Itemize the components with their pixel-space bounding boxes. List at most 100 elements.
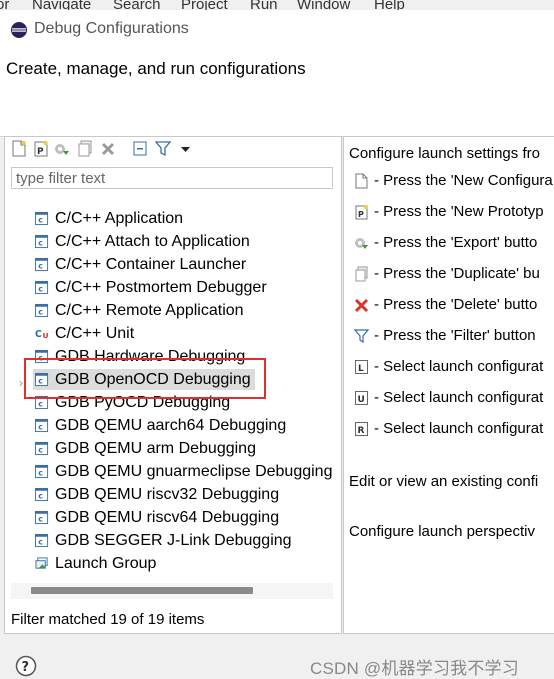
tree-item-label: Launch Group <box>55 555 157 572</box>
filter-input[interactable] <box>11 167 333 189</box>
svg-text:R: R <box>358 426 365 436</box>
svg-text:c: c <box>38 469 43 478</box>
delete-icon <box>354 298 369 313</box>
tree-item[interactable]: C U C/C++ Unit <box>33 323 333 344</box>
info-list-item: U - Select launch configurat <box>354 388 554 408</box>
tree-item-label: GDB QEMU arm Debugging <box>55 440 256 457</box>
tree-item-label: C/C++ Container Launcher <box>55 256 247 273</box>
c-launch-icon: c <box>35 510 49 525</box>
c-launch-icon: c <box>35 257 49 272</box>
configuration-toolbar: P <box>5 137 341 163</box>
info-item-text: - Select launch configurat <box>374 358 544 375</box>
svg-text:P: P <box>37 147 44 157</box>
svg-text:c: c <box>38 423 43 432</box>
tree-item-label: C/C++ Attach to Application <box>55 233 250 250</box>
svg-text:U: U <box>358 395 365 405</box>
horizontal-scrollbar[interactable] <box>11 583 333 599</box>
help-icon[interactable]: ? <box>15 655 37 677</box>
svg-text:c: c <box>38 515 43 524</box>
info-list-item: - Press the 'Filter' button <box>354 326 554 346</box>
filter-icon <box>354 329 369 344</box>
tree-item-label: GDB QEMU gnuarmeclipse Debugging <box>55 463 333 480</box>
info-item-text: - Press the 'New Configura <box>374 172 553 189</box>
c-launch-icon: c <box>35 280 49 295</box>
menu-item: or <box>0 0 10 10</box>
c-launch-icon: c <box>35 211 49 226</box>
c-launch-icon: c <box>35 418 49 433</box>
tree-item[interactable]: c GDB QEMU riscv64 Debugging <box>33 507 333 528</box>
menu-search[interactable]: Search <box>113 0 161 10</box>
tree-item-label: GDB QEMU aarch64 Debugging <box>55 417 287 434</box>
c-launch-icon: c <box>35 464 49 479</box>
new-prototype-icon: P <box>355 205 368 220</box>
tree-item[interactable]: c GDB SEGGER J-Link Debugging <box>33 530 333 551</box>
svg-text:c: c <box>38 262 43 271</box>
info-item-text: - Select launch configurat <box>374 420 544 437</box>
filter-icon[interactable] <box>155 140 171 157</box>
tree-item[interactable]: c C/C++ Remote Application <box>33 300 333 321</box>
eclipse-icon <box>11 22 27 38</box>
expand-arrow-icon[interactable]: › <box>19 376 23 390</box>
tree-item[interactable]: c GDB QEMU gnuarmeclipse Debugging <box>33 461 333 482</box>
annotation-highlight-box <box>24 358 266 399</box>
tree-item[interactable]: c GDB QEMU aarch64 Debugging <box>33 415 333 436</box>
export-icon[interactable] <box>54 140 70 157</box>
svg-text:U: U <box>42 331 48 340</box>
c-launch-icon: c <box>35 487 49 502</box>
filter-status: Filter matched 19 of 19 items <box>11 611 205 628</box>
launch-group-icon <box>35 557 48 569</box>
tree-item[interactable]: c C/C++ Application <box>33 208 333 229</box>
c-launch-icon: c <box>35 234 49 249</box>
svg-text:?: ? <box>22 660 30 675</box>
cunit-icon: CU <box>35 329 49 340</box>
tree-item[interactable]: c C/C++ Container Launcher <box>33 254 333 275</box>
info-list-item: L - Select launch configurat <box>354 357 554 377</box>
tree-item-label: C/C++ Postmortem Debugger <box>55 279 267 296</box>
background-menu-bar: or Navigate Search Project Run Window He… <box>0 0 554 10</box>
tree-item[interactable]: Launch Group <box>33 553 333 574</box>
configuration-info-pane: Configure launch settings fro Edit or vi… <box>343 136 554 634</box>
info-item-text: - Press the 'Filter' button <box>374 327 536 344</box>
watermark-text: CSDN @机器学习我不学习 <box>310 659 519 678</box>
tree-item-label: GDB SEGGER J-Link Debugging <box>55 532 292 549</box>
svg-text:c: c <box>38 446 43 455</box>
export-icon <box>355 238 368 249</box>
svg-text:c: c <box>38 239 43 248</box>
menu-project[interactable]: Project <box>181 0 228 10</box>
header-message: Create, manage, and run configurations <box>6 59 306 78</box>
info-list-item: - Press the 'Duplicate' bu <box>354 264 554 284</box>
svg-text:L: L <box>358 364 364 374</box>
svg-text:c: c <box>38 538 43 547</box>
info-item-text: - Press the 'Export' butto <box>374 234 538 251</box>
delete-icon[interactable] <box>100 140 116 157</box>
new-prototype-icon[interactable]: P <box>33 140 49 157</box>
menu-run[interactable]: Run <box>250 0 278 10</box>
new-configuration-icon[interactable] <box>11 140 27 157</box>
dialog-title-bar[interactable]: Debug Configurations <box>0 10 554 50</box>
menu-help[interactable]: Help <box>374 0 405 10</box>
menu-window[interactable]: Window <box>297 0 350 10</box>
tree-item[interactable]: c GDB QEMU riscv32 Debugging <box>33 484 333 505</box>
tree-item[interactable]: c C/C++ Postmortem Debugger <box>33 277 333 298</box>
info-list-item: R - Select launch configurat <box>354 419 554 439</box>
menu-navigate[interactable]: Navigate <box>32 0 91 10</box>
reset-prototype-icon: R <box>355 422 368 436</box>
tree-item-label: C/C++ Application <box>55 210 184 227</box>
svg-text:c: c <box>38 216 43 225</box>
info-item-text: - Press the 'Delete' butto <box>374 296 538 313</box>
tree-item-label: GDB QEMU riscv32 Debugging <box>55 486 280 503</box>
collapse-all-icon[interactable] <box>132 140 148 157</box>
tree-item[interactable]: c GDB QEMU arm Debugging <box>33 438 333 459</box>
info-item-text: - Press the 'New Prototyp <box>374 203 544 220</box>
info-perspective-line: Configure launch perspectiv <box>349 523 535 540</box>
scrollbar-thumb[interactable] <box>31 587 253 594</box>
tree-item-label: C/C++ Remote Application <box>55 302 244 319</box>
tree-item[interactable]: c C/C++ Attach to Application <box>33 231 333 252</box>
info-item-text: - Select launch configurat <box>374 389 544 406</box>
svg-text:C: C <box>35 329 42 340</box>
duplicate-icon[interactable] <box>77 140 93 157</box>
dropdown-arrow-icon[interactable] <box>178 140 194 157</box>
debug-configurations-dialog: Debug Configurations Create, manage, and… <box>0 10 554 678</box>
duplicate-icon <box>355 266 368 282</box>
info-item-text: - Press the 'Duplicate' bu <box>374 265 540 282</box>
